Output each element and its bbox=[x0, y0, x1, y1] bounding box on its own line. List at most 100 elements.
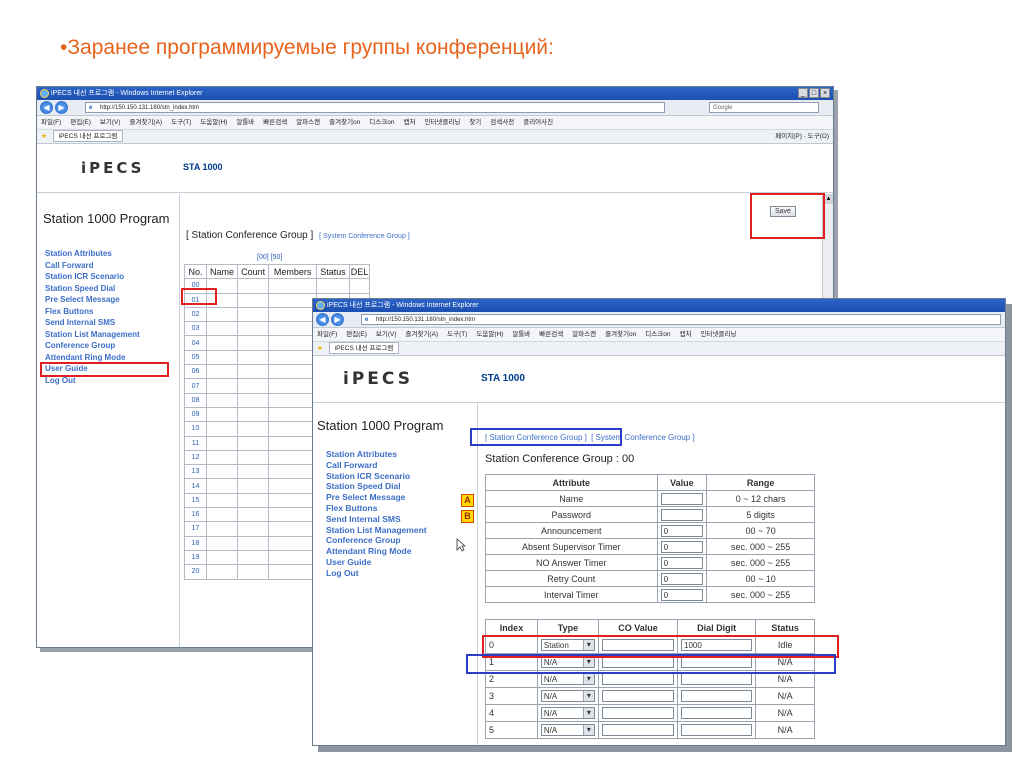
attribute-value-input[interactable]: 0 bbox=[660, 540, 704, 553]
sidebar-item[interactable]: Call Forward bbox=[45, 260, 179, 272]
row-number[interactable]: 03 bbox=[184, 321, 207, 337]
dial-digit-input[interactable] bbox=[681, 690, 753, 702]
co-value-input[interactable] bbox=[601, 690, 675, 702]
menu-item[interactable]: 디스크on bbox=[369, 119, 394, 126]
back-tools[interactable]: 페이지(P) · 도구(O) bbox=[775, 130, 829, 143]
forward-arrow-icon[interactable]: ▶ bbox=[55, 101, 68, 114]
member-type-select[interactable]: N/A bbox=[540, 673, 595, 685]
sidebar-item[interactable]: Station Speed Dial bbox=[326, 481, 477, 492]
member-type-select[interactable]: N/A bbox=[540, 690, 595, 702]
row-number[interactable]: 10 bbox=[184, 421, 207, 437]
menu-item[interactable]: 찾기 bbox=[469, 119, 481, 126]
favorites-star-icon[interactable]: ★ bbox=[317, 345, 323, 352]
member-type-select[interactable]: N/A bbox=[540, 724, 595, 736]
row-number[interactable]: 02 bbox=[184, 306, 207, 323]
minimize-icon[interactable]: _ bbox=[798, 88, 808, 98]
attribute-value-input[interactable]: 0 bbox=[660, 524, 704, 537]
menu-item[interactable]: 즐겨찾기on bbox=[605, 331, 636, 338]
sidebar-item[interactable]: Station List Management bbox=[45, 329, 179, 341]
sidebar-item[interactable]: Log Out bbox=[326, 568, 477, 579]
menu-item[interactable]: 파일(F) bbox=[41, 119, 61, 126]
menu-item[interactable]: 검색사전 bbox=[490, 119, 514, 126]
back-arrow-icon[interactable]: ◀ bbox=[40, 101, 53, 114]
menu-item[interactable]: 보기(V) bbox=[100, 119, 121, 126]
row-number[interactable]: 08 bbox=[184, 392, 207, 408]
menu-item[interactable]: 알툴바 bbox=[236, 119, 254, 126]
co-value-input[interactable] bbox=[601, 724, 675, 736]
sidebar-item[interactable]: Send Internal SMS bbox=[326, 514, 477, 525]
sidebar-item[interactable]: Station List Management bbox=[326, 525, 477, 536]
menu-item[interactable]: 즐겨찾기(A) bbox=[406, 331, 439, 338]
row-number[interactable]: 15 bbox=[184, 492, 207, 509]
attribute-value-input[interactable]: 0 bbox=[660, 572, 704, 585]
attribute-value-input[interactable]: 0 bbox=[660, 588, 704, 601]
menu-item[interactable]: 편집(E) bbox=[70, 119, 91, 126]
sidebar-item[interactable]: Station ICR Scenario bbox=[326, 471, 477, 482]
sidebar-item[interactable]: Send Internal SMS bbox=[45, 317, 179, 329]
sidebar-item[interactable]: Pre Select Message bbox=[326, 492, 477, 503]
row-number[interactable]: 14 bbox=[184, 478, 207, 494]
menu-item[interactable]: 도구(T) bbox=[171, 119, 191, 126]
menu-item[interactable]: 빠른검색 bbox=[263, 119, 287, 126]
menu-item[interactable]: 도구(T) bbox=[447, 331, 467, 338]
row-number[interactable]: 09 bbox=[184, 406, 207, 423]
scroll-up-icon[interactable]: ▲ bbox=[824, 194, 833, 204]
menu-item[interactable]: 인터넷클리닝 bbox=[424, 119, 460, 126]
dial-digit-input[interactable] bbox=[681, 707, 753, 719]
menu-item[interactable]: 도움말(H) bbox=[200, 119, 227, 126]
menu-item[interactable]: 알파스캔 bbox=[296, 119, 320, 126]
sidebar-item[interactable]: Station Attributes bbox=[45, 248, 179, 260]
row-number[interactable]: 05 bbox=[184, 349, 207, 366]
menu-item[interactable]: 도움말(H) bbox=[476, 331, 503, 338]
row-number[interactable]: 20 bbox=[184, 564, 207, 580]
menu-item[interactable]: 캡처 bbox=[679, 331, 691, 338]
close-icon[interactable]: × bbox=[820, 88, 830, 98]
maximize-icon[interactable]: □ bbox=[809, 88, 819, 98]
sidebar-item[interactable]: Attendant Ring Mode bbox=[326, 546, 477, 557]
menu-item[interactable]: 캡처 bbox=[403, 119, 415, 126]
sidebar-item[interactable]: Station ICR Scenario bbox=[45, 271, 179, 283]
co-value-input[interactable] bbox=[601, 673, 675, 685]
menu-item[interactable]: 즐겨찾기(A) bbox=[130, 119, 163, 126]
row-number[interactable]: 06 bbox=[184, 364, 207, 380]
menu-item[interactable]: 알파스캔 bbox=[572, 331, 596, 338]
sidebar-item[interactable]: Station Speed Dial bbox=[45, 283, 179, 295]
menu-item[interactable]: 알툴바 bbox=[512, 331, 530, 338]
member-type-select[interactable]: N/A bbox=[540, 707, 595, 719]
front-tab[interactable]: iPECS 내선 프로그램 bbox=[328, 342, 400, 355]
back-search-field[interactable]: Google bbox=[709, 102, 819, 113]
menu-item[interactable]: 즐겨찾기on bbox=[329, 119, 360, 126]
row-number[interactable]: 18 bbox=[184, 535, 207, 551]
row-number[interactable]: 13 bbox=[184, 464, 207, 480]
sidebar-item[interactable]: Pre Select Message bbox=[45, 294, 179, 306]
sidebar-item[interactable]: Call Forward bbox=[326, 460, 477, 471]
row-number[interactable]: 12 bbox=[184, 449, 207, 466]
forward-arrow-icon[interactable]: ▶ bbox=[331, 313, 344, 326]
favorites-star-icon[interactable]: ★ bbox=[41, 133, 47, 140]
row-number[interactable]: 07 bbox=[184, 378, 207, 394]
row-number[interactable]: 19 bbox=[184, 549, 207, 566]
sidebar-item[interactable]: Conference Group bbox=[326, 535, 477, 546]
row-number[interactable]: 11 bbox=[184, 435, 207, 451]
sidebar-item[interactable]: Flex Buttons bbox=[45, 306, 179, 318]
page-links[interactable]: [00] [50] bbox=[257, 254, 282, 261]
menu-item[interactable]: 편집(E) bbox=[346, 331, 367, 338]
attribute-value-input[interactable] bbox=[660, 508, 704, 521]
co-value-input[interactable] bbox=[601, 707, 675, 719]
attribute-value-input[interactable] bbox=[660, 492, 704, 505]
row-number[interactable]: 04 bbox=[184, 335, 207, 351]
back-url-field[interactable]: http://150.150.131.180/stn_index.htm bbox=[85, 102, 665, 113]
row-number[interactable]: 17 bbox=[184, 521, 207, 537]
system-conference-link[interactable]: [ System Conference Group ] bbox=[319, 233, 410, 240]
attribute-value-input[interactable]: 0 bbox=[660, 556, 704, 569]
menu-item[interactable]: 빠른검색 bbox=[539, 331, 563, 338]
back-arrow-icon[interactable]: ◀ bbox=[316, 313, 329, 326]
menu-item[interactable]: 인터넷클리닝 bbox=[700, 331, 736, 338]
front-url-field[interactable]: http://150.150.131.180/stn_index.htm bbox=[361, 314, 1001, 325]
sidebar-item[interactable]: Flex Buttons bbox=[326, 503, 477, 514]
sidebar-item[interactable]: User Guide bbox=[326, 557, 477, 568]
menu-item[interactable]: 클리어사진 bbox=[523, 119, 553, 126]
menu-item[interactable]: 보기(V) bbox=[376, 331, 397, 338]
dial-digit-input[interactable] bbox=[681, 673, 753, 685]
menu-item[interactable]: 디스크on bbox=[645, 331, 670, 338]
